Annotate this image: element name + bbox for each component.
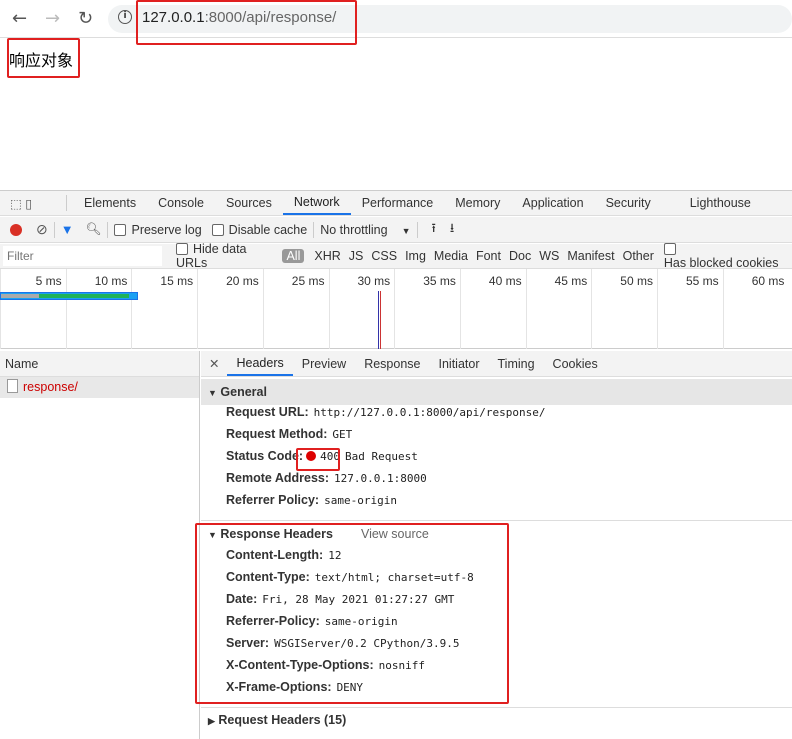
detail-tab-response[interactable]: Response: [355, 351, 429, 376]
detail-tab-cookies[interactable]: Cookies: [544, 351, 607, 376]
timeline-tick: 55 ms: [657, 269, 723, 349]
close-icon[interactable]: ✕: [201, 356, 227, 371]
timeline-tick: 60 ms: [722, 269, 789, 349]
record-icon[interactable]: [10, 223, 22, 236]
export-har-icon[interactable]: ⭳: [450, 219, 454, 240]
back-icon[interactable]: ←: [12, 8, 27, 29]
highlight-box: [7, 38, 80, 78]
timeline-overview[interactable]: 5 ms 10 ms 15 ms 20 ms 25 ms 30 ms 35 ms 40 ms 4…: [0, 269, 792, 349]
timeline-tick: 20 ms: [197, 269, 263, 349]
header-value: 127.0.0.1:8000: [334, 472, 427, 485]
header-key: Status Code:: [226, 449, 304, 463]
filter-input[interactable]: [3, 246, 162, 266]
filter-type-media[interactable]: Media: [430, 249, 472, 263]
devtools-tabs: ⬚ ▯ Elements Console Sources Network Perform…: [0, 191, 792, 216]
header-key: Request Method:: [226, 427, 328, 441]
header-key: Request URL:: [226, 405, 309, 419]
tab-elements[interactable]: Elements: [73, 191, 147, 215]
devtools: ⬚ ▯ Elements Console Sources Network Perform…: [0, 190, 792, 739]
tab-application[interactable]: Application: [511, 191, 594, 215]
general-row: Referrer Policy: same-origin: [226, 493, 397, 507]
has-blocked-cookies-checkbox[interactable]: Has blocked cookies: [663, 242, 792, 270]
filter-type-manifest[interactable]: Manifest: [563, 249, 618, 263]
filter-icon[interactable]: ▼: [61, 222, 74, 237]
timeline-tick: 35 ms: [394, 269, 460, 349]
header-value: http://127.0.0.1:8000/api/response/: [313, 406, 546, 419]
timeline-tick: 50 ms: [591, 269, 657, 349]
timeline-tick: 40 ms: [459, 269, 526, 349]
tab-lighthouse[interactable]: Lighthouse: [679, 191, 762, 215]
network-toolbar: ⊘ ▼ 🔍︎ Preserve log Disable cache No thr…: [0, 217, 792, 243]
throttling-select[interactable]: No throttling ▼: [320, 223, 410, 237]
timeline-tick: 5 ms: [0, 269, 66, 349]
tab-console[interactable]: Console: [147, 191, 215, 215]
highlight-box: [296, 448, 340, 471]
filter-type-doc[interactable]: Doc: [505, 249, 535, 263]
filter-type-xhr[interactable]: XHR: [310, 249, 344, 263]
header-value: same-origin: [324, 494, 397, 507]
name-column-header[interactable]: Name: [0, 351, 199, 377]
clear-icon[interactable]: ⊘: [36, 221, 48, 238]
filter-type-other[interactable]: Other: [619, 249, 658, 263]
search-icon[interactable]: 🔍︎: [86, 222, 102, 237]
timeline-tick: 45 ms: [525, 269, 592, 349]
header-value: GET: [332, 428, 353, 441]
general-row: Request Method: GET: [226, 427, 352, 441]
disable-cache-checkbox[interactable]: Disable cache: [211, 223, 307, 237]
detail-tabs: ✕ Headers Preview Response Initiator Timing C…: [201, 351, 792, 377]
highlight-box: [136, 0, 357, 45]
tab-sources[interactable]: Sources: [215, 191, 283, 215]
tab-security[interactable]: Security: [595, 191, 679, 215]
timeline-tick: 25 ms: [262, 269, 329, 349]
filter-bar: Hide data URLs All XHRJSCSSImgMediaFontDo…: [0, 242, 792, 270]
request-headers-section-header[interactable]: ▶ Request Headers (15): [201, 710, 792, 730]
filter-type-all[interactable]: All: [282, 249, 305, 263]
reload-icon[interactable]: ↻: [78, 8, 93, 29]
header-key: Referrer Policy:: [226, 493, 320, 507]
highlight-box: [195, 523, 509, 704]
filter-type-css[interactable]: CSS: [367, 249, 401, 263]
timeline-bar: [0, 292, 138, 300]
timeline-tick: 15 ms: [131, 269, 197, 349]
filter-type-font[interactable]: Font: [472, 249, 505, 263]
detail-tab-headers[interactable]: Headers: [227, 351, 293, 376]
filter-type-img[interactable]: Img: [401, 249, 430, 263]
tab-performance[interactable]: Performance: [351, 191, 445, 215]
timeline-tick: 10 ms: [65, 269, 132, 349]
preserve-log-checkbox[interactable]: Preserve log: [114, 223, 202, 237]
header-key: Remote Address:: [226, 471, 330, 485]
general-row: Remote Address: 127.0.0.1:8000: [226, 471, 427, 485]
browser-toolbar: ← → ↻ i 127.0.0.1:8000/api/response/: [0, 0, 792, 38]
forward-icon[interactable]: →: [45, 8, 60, 29]
filter-type-js[interactable]: JS: [345, 249, 368, 263]
document-icon: [7, 379, 18, 393]
request-list: Name response/: [0, 351, 200, 739]
dropdown-arrow-icon: ▼: [401, 225, 411, 236]
detail-tab-preview[interactable]: Preview: [293, 351, 355, 376]
timeline-tick: 30 ms: [328, 269, 395, 349]
general-section-header[interactable]: ▼ General: [201, 379, 792, 405]
header-value: Bad Request: [344, 450, 418, 463]
filter-type-ws[interactable]: WS: [535, 249, 563, 263]
dom-content-loaded-line: [378, 291, 379, 349]
import-har-icon[interactable]: ⭱: [432, 219, 436, 240]
request-row[interactable]: response/: [0, 377, 199, 398]
general-row: Request URL: http://127.0.0.1:8000/api/re…: [226, 405, 545, 419]
tab-network[interactable]: Network: [282, 191, 351, 215]
info-icon[interactable]: i: [118, 10, 132, 24]
inspect-icon[interactable]: ⬚ ▯: [0, 196, 60, 211]
tab-memory[interactable]: Memory: [444, 191, 511, 215]
load-line: [380, 291, 381, 349]
detail-tab-timing[interactable]: Timing: [489, 351, 544, 376]
hide-data-urls-checkbox[interactable]: Hide data URLs: [176, 242, 278, 270]
detail-tab-initiator[interactable]: Initiator: [430, 351, 489, 376]
